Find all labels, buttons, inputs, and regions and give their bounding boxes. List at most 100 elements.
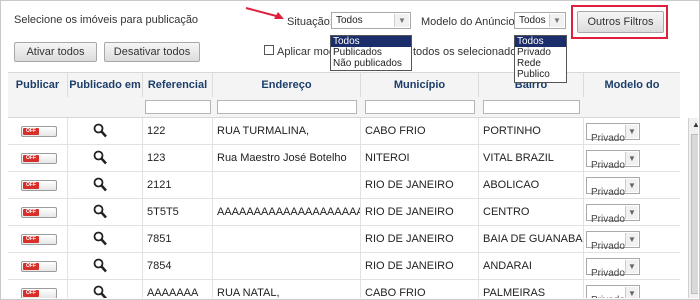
filter-bairro-input[interactable]: [483, 100, 580, 114]
referencial-cell: 122: [143, 118, 213, 144]
modelo-cell: Privado▼: [584, 253, 680, 279]
magnifier-icon[interactable]: [93, 285, 107, 298]
publish-toggle[interactable]: OFF: [21, 180, 57, 191]
publicar-cell: OFF: [8, 199, 68, 225]
magnifier-icon[interactable]: [93, 150, 107, 165]
modelo-row-select[interactable]: Privado▼: [586, 177, 640, 198]
table-header: Publicar Publicado em Referencial Endere…: [8, 72, 680, 115]
magnifier-icon[interactable]: [93, 204, 107, 219]
filter-municipio-input[interactable]: [365, 100, 475, 114]
endereco-cell: AAAAAAAAAAAAAAAAAAAAAAAAAA: [213, 199, 361, 225]
toggle-off-label: OFF: [23, 290, 39, 297]
bairro-cell: PORTINHO: [479, 118, 584, 144]
apply-model-label-suffix: todos os selecionados:: [413, 46, 525, 58]
endereco-cell: [213, 172, 361, 198]
modelo-cell: Privado▼: [584, 172, 680, 198]
modelo-row-select[interactable]: Privado▼: [586, 150, 640, 171]
modelo-select[interactable]: Todos ▼: [514, 12, 566, 29]
column-header-endereco[interactable]: Endereço: [213, 73, 361, 97]
modelo-option[interactable]: Privado: [515, 47, 566, 58]
modelo-row-value: Privado: [591, 187, 625, 198]
activate-all-button[interactable]: Ativar todos: [14, 42, 97, 62]
municipio-cell: CABO FRIO: [361, 118, 479, 144]
modelo-row-select[interactable]: Privado▼: [586, 285, 640, 298]
modelo-row-select[interactable]: Privado▼: [586, 123, 640, 144]
publicar-cell: OFF: [8, 172, 68, 198]
chevron-down-icon: ▼: [625, 125, 638, 138]
modelo-cell: Privado▼: [584, 118, 680, 144]
modelo-label: Modelo do Anúncio:: [421, 16, 518, 28]
table-row: OFF 122 RUA TURMALINA, CABO FRIO PORTINH…: [8, 118, 680, 145]
bairro-cell: VITAL BRAZIL: [479, 145, 584, 171]
situacao-option[interactable]: Publicados: [331, 47, 411, 58]
situacao-label: Situação:: [287, 16, 333, 28]
red-arrow-icon: [245, 7, 284, 19]
magnifier-icon[interactable]: [93, 231, 107, 246]
bairro-cell: PALMEIRAS: [479, 280, 584, 298]
scroll-up-icon[interactable]: ▲: [690, 119, 698, 131]
column-header-modelo[interactable]: Modelo do anúncio: [584, 73, 680, 115]
toggle-off-label: OFF: [23, 182, 39, 189]
publicar-cell: OFF: [8, 118, 68, 144]
publish-toggle[interactable]: OFF: [21, 288, 57, 298]
modelo-cell: Privado▼: [584, 226, 680, 252]
scrollbar-thumb[interactable]: [691, 134, 698, 294]
modelo-row-value: Privado: [591, 214, 625, 225]
filter-endereco-input[interactable]: [217, 100, 357, 114]
table-scrollbar[interactable]: ▲: [688, 118, 698, 298]
column-header-referencial[interactable]: Referencial: [143, 73, 213, 97]
column-header-municipio[interactable]: Município: [361, 73, 479, 97]
referencial-cell: 2121: [143, 172, 213, 198]
table-row: OFF 7854 RIO DE JANEIRO ANDARAI Privado ▼: [8, 253, 680, 280]
modelo-dropdown: Todos Privado Rede Publico: [514, 35, 567, 83]
magnifier-icon[interactable]: [93, 177, 107, 192]
chevron-down-icon: ▼: [549, 14, 564, 27]
bairro-cell: ABOLICAO: [479, 172, 584, 198]
publicado-em-cell: [68, 226, 143, 252]
column-header-publicado-em[interactable]: Publicado em: [68, 73, 143, 97]
apply-model-checkbox[interactable]: [264, 45, 274, 55]
municipio-cell: RIO DE JANEIRO: [361, 199, 479, 225]
chevron-down-icon: ▼: [625, 179, 638, 192]
filter-referencial-input[interactable]: [145, 100, 211, 114]
chevron-down-icon: ▼: [625, 260, 638, 273]
situacao-option[interactable]: Todos: [331, 36, 411, 47]
table-row: OFF 123 Rua Maestro José Botelho NITEROI…: [8, 145, 680, 172]
toggle-off-label: OFF: [23, 128, 39, 135]
chevron-down-icon: ▼: [625, 206, 638, 219]
situacao-select[interactable]: Todos ▼: [331, 12, 411, 29]
publicado-em-cell: [68, 172, 143, 198]
deactivate-all-button[interactable]: Desativar todos: [104, 42, 200, 62]
magnifier-icon[interactable]: [93, 123, 107, 138]
modelo-row-select[interactable]: Privado▼: [586, 231, 640, 252]
column-header-publicar[interactable]: Publicar: [8, 73, 68, 97]
highlight-box: [571, 5, 668, 39]
filter-row: [8, 97, 680, 118]
toggle-off-label: OFF: [23, 209, 39, 216]
modelo-option[interactable]: Publico: [515, 69, 566, 80]
publish-toggle[interactable]: OFF: [21, 126, 57, 137]
endereco-cell: RUA NATAL,: [213, 280, 361, 298]
modelo-option[interactable]: Rede: [515, 58, 566, 69]
publicar-cell: OFF: [8, 280, 68, 298]
situacao-dropdown: Todos Publicados Não publicados: [330, 35, 412, 71]
publicar-cell: OFF: [8, 226, 68, 252]
modelo-row-select[interactable]: Privado▼: [586, 258, 640, 279]
magnifier-icon[interactable]: [93, 258, 107, 273]
publish-toggle[interactable]: OFF: [21, 234, 57, 245]
modelo-row-select[interactable]: Privado▼: [586, 204, 640, 225]
publish-toggle[interactable]: OFF: [21, 261, 57, 272]
municipio-cell: RIO DE JANEIRO: [361, 253, 479, 279]
chevron-down-icon: ▼: [625, 287, 638, 298]
chevron-down-icon: ▼: [625, 233, 638, 246]
toggle-off-label: OFF: [23, 236, 39, 243]
modelo-cell: Privado▼: [584, 280, 680, 298]
situacao-option[interactable]: Não publicados: [331, 58, 411, 69]
modelo-option[interactable]: Todos: [515, 36, 566, 47]
chevron-down-icon: ▼: [394, 14, 409, 27]
modelo-selected-value: Todos: [519, 15, 546, 26]
modelo-row-value: Privado: [591, 288, 625, 298]
publish-toggle[interactable]: OFF: [21, 153, 57, 164]
bairro-cell: CENTRO: [479, 199, 584, 225]
publish-toggle[interactable]: OFF: [21, 207, 57, 218]
